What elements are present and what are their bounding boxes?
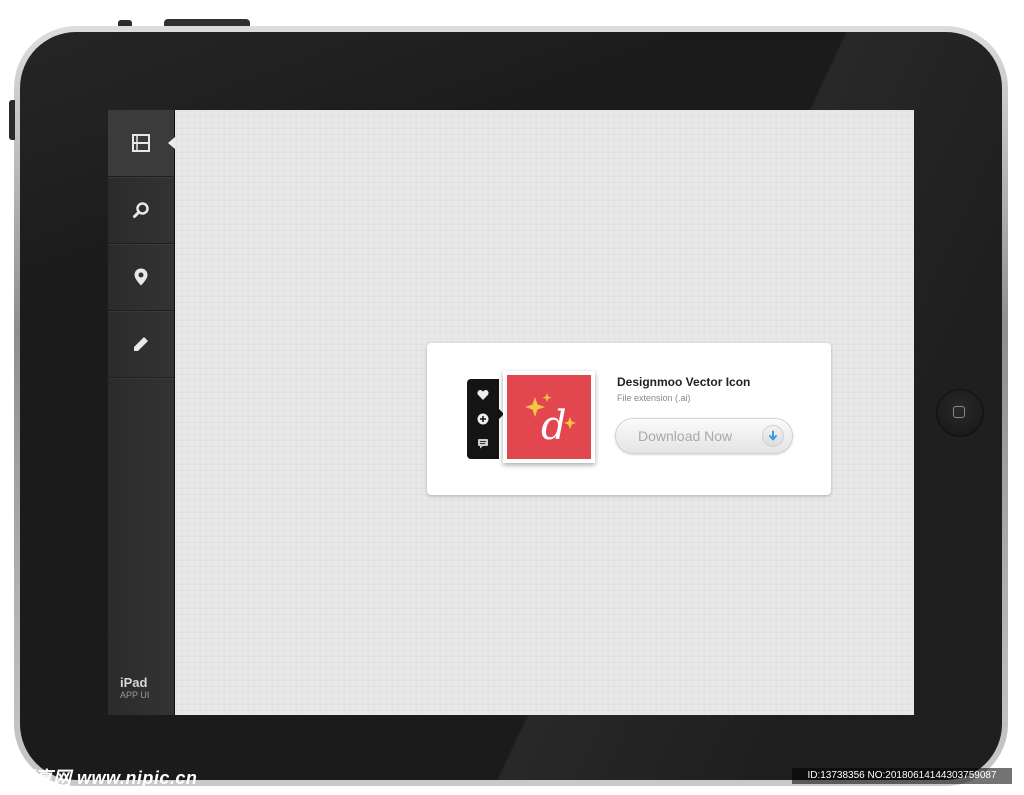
- home-button[interactable]: [936, 389, 984, 437]
- action-strip: [467, 379, 504, 459]
- sidebar-item-film[interactable]: [108, 110, 175, 177]
- watermark-left: 昵享网 www.nipic.cn: [16, 768, 198, 788]
- sidebar: iPad APP UI: [108, 110, 175, 715]
- film-icon: [132, 134, 150, 152]
- app-screen: iPad APP UI d Designmoo Vector Icon File…: [108, 110, 914, 715]
- download-label: Download Now: [638, 428, 733, 444]
- card-title: Designmoo Vector Icon: [617, 375, 751, 389]
- brand-subtitle: APP UI: [120, 690, 150, 700]
- plus-icon: [477, 413, 489, 425]
- designmoo-logo-icon: d: [525, 393, 576, 449]
- home-square-icon: [953, 406, 965, 418]
- brand-block: iPad APP UI: [120, 676, 149, 701]
- sidebar-item-search[interactable]: [108, 177, 174, 244]
- brand-title: iPad: [120, 675, 148, 690]
- content-area: d Designmoo Vector Icon File extension (…: [176, 110, 914, 715]
- search-icon: [133, 202, 149, 218]
- download-arrow-icon: [762, 425, 784, 447]
- sidebar-item-edit[interactable]: [108, 311, 174, 378]
- lock-button: [118, 20, 132, 26]
- download-card: d Designmoo Vector Icon File extension (…: [427, 343, 831, 495]
- download-button[interactable]: Download Now: [615, 418, 793, 454]
- add-button[interactable]: [476, 412, 490, 426]
- volume-button: [164, 19, 250, 26]
- side-switch: [9, 100, 15, 140]
- comment-button[interactable]: [476, 436, 490, 450]
- location-pin-icon: [134, 268, 148, 286]
- pencil-icon: [134, 337, 148, 351]
- thumbnail-frame: d: [503, 371, 595, 463]
- comment-icon: [478, 439, 488, 449]
- thumbnail-letter: d: [541, 403, 567, 449]
- watermark-right: ID:13738356 NO:20180614144303759087: [792, 768, 1012, 784]
- heart-icon: [477, 390, 489, 400]
- card-subtitle: File extension (.ai): [617, 393, 691, 403]
- sidebar-item-location[interactable]: [108, 244, 174, 311]
- like-button[interactable]: [476, 388, 490, 402]
- thumbnail: d: [507, 375, 591, 459]
